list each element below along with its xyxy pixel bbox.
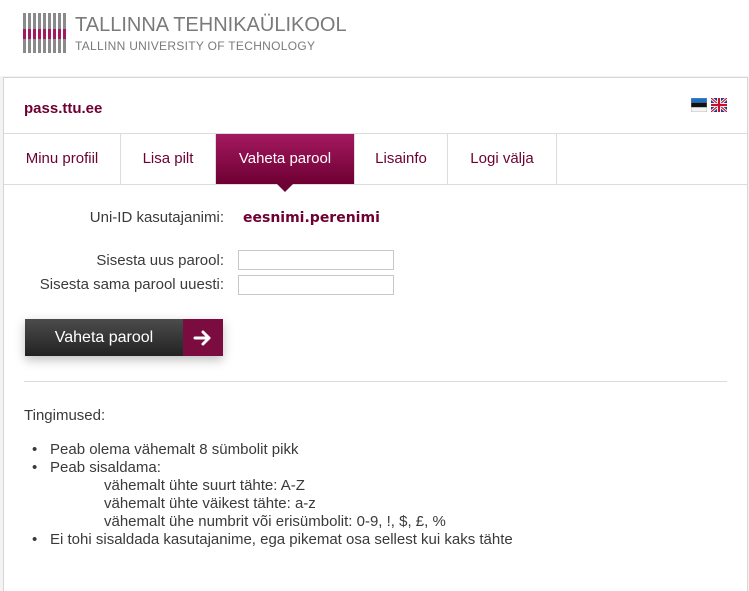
university-name: TALLINNA TEHNIKAÜLIKOOL TALLINN UNIVERSI… <box>75 14 347 54</box>
section-divider <box>24 381 727 382</box>
change-password-button[interactable]: Vaheta parool <box>25 319 223 356</box>
estonian-flag-icon[interactable] <box>691 98 707 112</box>
university-name-et: TALLINNA TEHNIKAÜLIKOOL <box>75 14 347 36</box>
new-password-input[interactable] <box>238 250 394 270</box>
subrule-number-or-symbol: vähemalt ühe numbrit või erisümbolit: 0-… <box>104 513 446 530</box>
subrule-uppercase: vähemalt ühte suurt tähte: A-Z <box>104 477 305 494</box>
university-logo-icon <box>23 13 66 53</box>
rule-min-length: • Peab olema vähemalt 8 sümbolit pikk <box>24 441 513 459</box>
repeat-password-input[interactable] <box>238 275 394 295</box>
rule-text: Peab olema vähemalt 8 sümbolit pikk <box>50 441 299 458</box>
repeat-password-label: Sisesta sama parool uuesti: <box>39 276 224 293</box>
language-switcher <box>691 98 727 112</box>
bullet: • <box>32 459 38 476</box>
rule-must-contain: • Peab sisaldama: <box>24 459 513 477</box>
new-password-label: Sisesta uus parool: <box>96 252 224 269</box>
password-rules: • Peab olema vähemalt 8 sümbolit pikk • … <box>24 441 513 549</box>
change-password-button-label: Vaheta parool <box>54 329 154 346</box>
university-name-en: TALLINN UNIVERSITY OF TECHNOLOGY <box>75 39 316 53</box>
main-panel: pass.ttu.ee Minu profiil Lisa pilt Vahet… <box>3 77 748 591</box>
site-header: TALLINNA TEHNIKAÜLIKOOL TALLINN UNIVERSI… <box>0 0 749 76</box>
main-navigation-tabs: Minu profiil Lisa pilt Vaheta parool Lis… <box>4 133 747 192</box>
rule-text: Ei tohi sisaldada kasutajanime, ega pike… <box>50 531 513 548</box>
username-value: eesnimi.perenimi <box>243 210 380 226</box>
bullet: • <box>32 441 38 458</box>
tab-minu-profiil[interactable]: Minu profiil <box>4 134 121 184</box>
conditions-title: Tingimused: <box>24 407 106 424</box>
tab-logi-valja[interactable]: Logi välja <box>448 134 557 184</box>
username-label: Uni-ID kasutajanimi: <box>89 209 224 226</box>
site-title: pass.ttu.ee <box>24 100 103 117</box>
tab-lisa-pilt[interactable]: Lisa pilt <box>121 134 216 184</box>
arrow-right-icon <box>183 319 223 356</box>
uk-flag-icon[interactable] <box>711 98 727 112</box>
bullet: • <box>32 531 38 548</box>
rule-text: Peab sisaldama: <box>50 459 161 476</box>
rule-no-username: • Ei tohi sisaldada kasutajanime, ega pi… <box>24 531 513 549</box>
subrule-lowercase: vähemalt ühte väikest tähte: a-z <box>104 495 316 512</box>
tab-lisainfo[interactable]: Lisainfo <box>355 134 448 184</box>
tab-vaheta-parool[interactable]: Vaheta parool <box>216 134 355 192</box>
